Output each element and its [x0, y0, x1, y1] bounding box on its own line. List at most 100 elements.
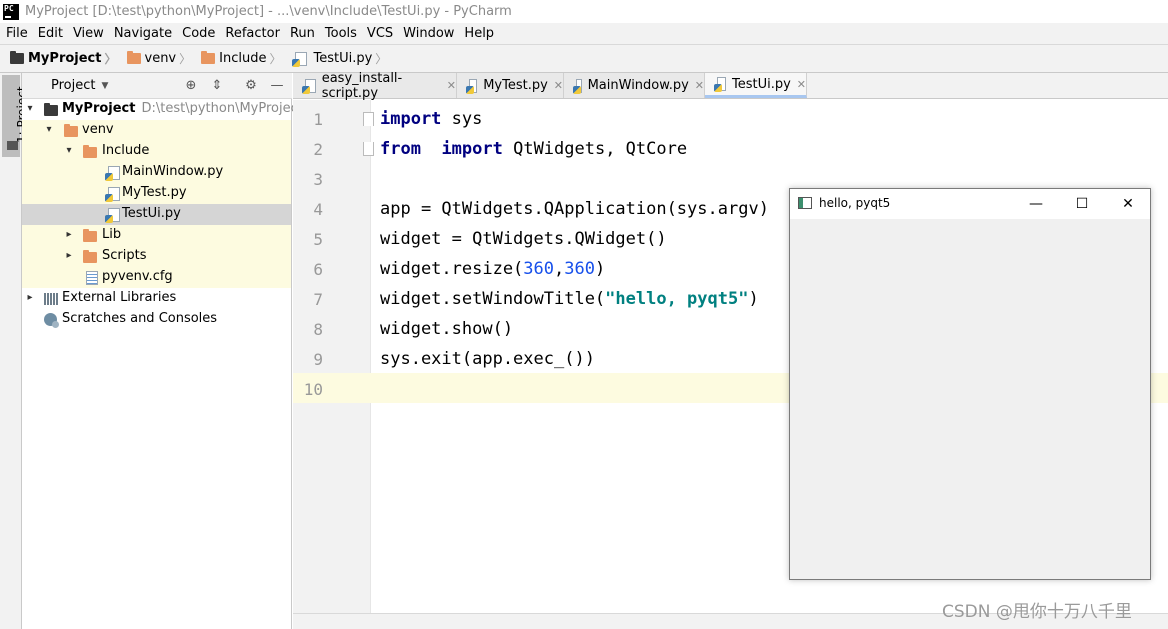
tree-item-venv[interactable]: ▾ venv [22, 120, 291, 141]
tree-item-mainwindow-py[interactable]: MainWindow.py [22, 162, 291, 183]
chevron-right-icon: 〉 [269, 52, 282, 66]
line-number: 8 [313, 320, 323, 339]
python-file-icon [292, 51, 308, 67]
library-icon [44, 293, 58, 305]
close-icon[interactable]: ✕ [554, 79, 563, 92]
scratch-icon [44, 313, 59, 328]
breadcrumb-label: venv [144, 51, 177, 66]
code-line: widget.show() [380, 319, 514, 339]
gear-icon[interactable]: ⚙ [243, 78, 259, 94]
chevron-right-icon[interactable]: ▸ [63, 229, 75, 240]
tree-item-scripts[interactable]: ▸ Scripts [22, 246, 291, 267]
python-file-icon [105, 187, 120, 202]
folder-icon [64, 124, 78, 137]
python-file-icon [302, 78, 316, 94]
tree-item-testui-py[interactable]: TestUi.py [22, 204, 291, 225]
fold-start-icon[interactable] [363, 112, 374, 126]
tree-item-pyvenv-cfg[interactable]: pyvenv.cfg [22, 267, 291, 288]
chevron-down-icon[interactable]: ▾ [24, 103, 36, 114]
folder-icon [83, 145, 97, 158]
line-number: 5 [313, 230, 323, 249]
folder-icon [201, 51, 216, 64]
breadcrumb-item-include[interactable]: Include 〉 [191, 50, 281, 67]
menu-tools[interactable]: Tools [320, 26, 362, 41]
project-view-selector[interactable]: Project [51, 78, 95, 93]
folder-icon [83, 250, 97, 263]
breadcrumb-item-myproject[interactable]: MyProject 〉 [0, 50, 117, 67]
folder-icon [10, 51, 24, 64]
code-line: from import QtWidgets, QtCore [380, 139, 688, 159]
folder-icon [7, 141, 18, 150]
maximize-button[interactable]: ☐ [1059, 189, 1105, 219]
project-tree: ▾ MyProject D:\test\python\MyProject ▾ ve… [22, 99, 303, 330]
menu-help[interactable]: Help [459, 26, 499, 41]
chevron-down-icon[interactable]: ▼ [101, 81, 108, 91]
project-panel: Project ▼ ⊕ ⇕ ⚙ — ▾ MyProject D:\test\pyt… [22, 73, 303, 629]
collapse-all-icon[interactable]: ⇕ [209, 78, 225, 94]
tab-label: easy_install-script.py [321, 70, 403, 101]
qt-window-title: hello, pyqt5 [819, 196, 891, 210]
chevron-right-icon: 〉 [375, 52, 388, 66]
chevron-right-icon[interactable]: ▸ [24, 292, 36, 303]
close-icon[interactable]: ✕ [695, 79, 704, 92]
tree-item-label: Lib [102, 227, 122, 242]
menu-run[interactable]: Run [285, 26, 320, 41]
chevron-down-icon[interactable]: ▾ [43, 124, 55, 135]
qt-window-titlebar[interactable]: hello, pyqt5 — ☐ ✕ [790, 189, 1150, 219]
tree-item-label: Scripts [102, 248, 147, 263]
menu-code[interactable]: Code [177, 26, 220, 41]
menu-file[interactable]: File [0, 26, 33, 41]
project-tool-window-tab[interactable]: 1: Project [2, 75, 29, 157]
tree-item-myproject[interactable]: ▾ MyProject D:\test\python\MyProject [22, 99, 303, 120]
menu-vcs[interactable]: VCS [362, 26, 398, 41]
menu-refactor[interactable]: Refactor [220, 26, 285, 41]
code-line: widget.setWindowTitle("hello, pyqt5") [380, 289, 759, 309]
line-number: 3 [313, 170, 323, 189]
tree-item-label: MyProject D:\test\python\MyProject [62, 101, 303, 116]
minimize-button[interactable]: — [1013, 189, 1059, 219]
code-line: widget.resize(360,360) [380, 259, 606, 279]
chevron-down-icon[interactable]: ▾ [63, 145, 75, 156]
tree-item-label: MainWindow.py [122, 164, 224, 179]
close-icon[interactable]: ✕ [797, 78, 806, 91]
close-icon[interactable]: ✕ [447, 79, 456, 92]
tab-mytest[interactable]: MyTest.py ✕ [457, 73, 564, 98]
tab-easy-install-script[interactable]: easy_install-script.py ✕ [293, 70, 457, 101]
tree-item-lib[interactable]: ▸ Lib [22, 225, 291, 246]
tab-testui[interactable]: TestUi.py ✕ [705, 73, 807, 98]
tab-mainwindow[interactable]: MainWindow.py ✕ [564, 73, 705, 98]
menu-window[interactable]: Window [398, 26, 459, 41]
minimize-panel-icon[interactable]: — [269, 78, 285, 94]
breadcrumb-label: MyProject [28, 51, 102, 66]
menu-edit[interactable]: Edit [33, 26, 68, 41]
menu-view[interactable]: View [68, 26, 109, 41]
tree-item-label: MyTest.py [122, 185, 187, 200]
chevron-right-icon: 〉 [179, 52, 192, 66]
folder-icon [44, 103, 58, 116]
config-file-icon [86, 271, 98, 285]
line-number: 9 [313, 350, 323, 369]
python-file-icon [105, 166, 120, 181]
tree-item-scratches[interactable]: Scratches and Consoles [22, 309, 292, 330]
breadcrumb-item-testui[interactable]: TestUi.py 〉 [281, 50, 387, 67]
tab-label: TestUi.py [731, 76, 791, 92]
tree-item-include[interactable]: ▾ Include [22, 141, 291, 162]
qt-app-window[interactable]: hello, pyqt5 — ☐ ✕ [789, 188, 1151, 580]
locate-file-icon[interactable]: ⊕ [183, 78, 199, 94]
chevron-right-icon[interactable]: ▸ [63, 250, 75, 261]
window-titlebar: PC MyProject [D:\test\python\MyProject] … [0, 0, 1168, 23]
breadcrumb-item-venv[interactable]: venv 〉 [117, 50, 192, 67]
code-line: app = QtWidgets.QApplication(sys.argv) [380, 199, 769, 219]
watermark: CSDN @甩你十万八千里 [942, 602, 1132, 622]
fold-end-icon[interactable] [363, 142, 374, 156]
code-line: widget = QtWidgets.QWidget() [380, 229, 667, 249]
close-button[interactable]: ✕ [1105, 189, 1151, 219]
tree-item-label: External Libraries [62, 290, 177, 305]
tree-item-label: Scratches and Consoles [62, 311, 218, 326]
line-number: 10 [303, 380, 323, 399]
tree-item-mytest-py[interactable]: MyTest.py [22, 183, 291, 204]
tab-label: MainWindow.py [587, 78, 689, 93]
python-file-icon [714, 77, 726, 92]
tree-item-external-libraries[interactable]: ▸ External Libraries [22, 288, 292, 309]
menu-navigate[interactable]: Navigate [109, 26, 177, 41]
